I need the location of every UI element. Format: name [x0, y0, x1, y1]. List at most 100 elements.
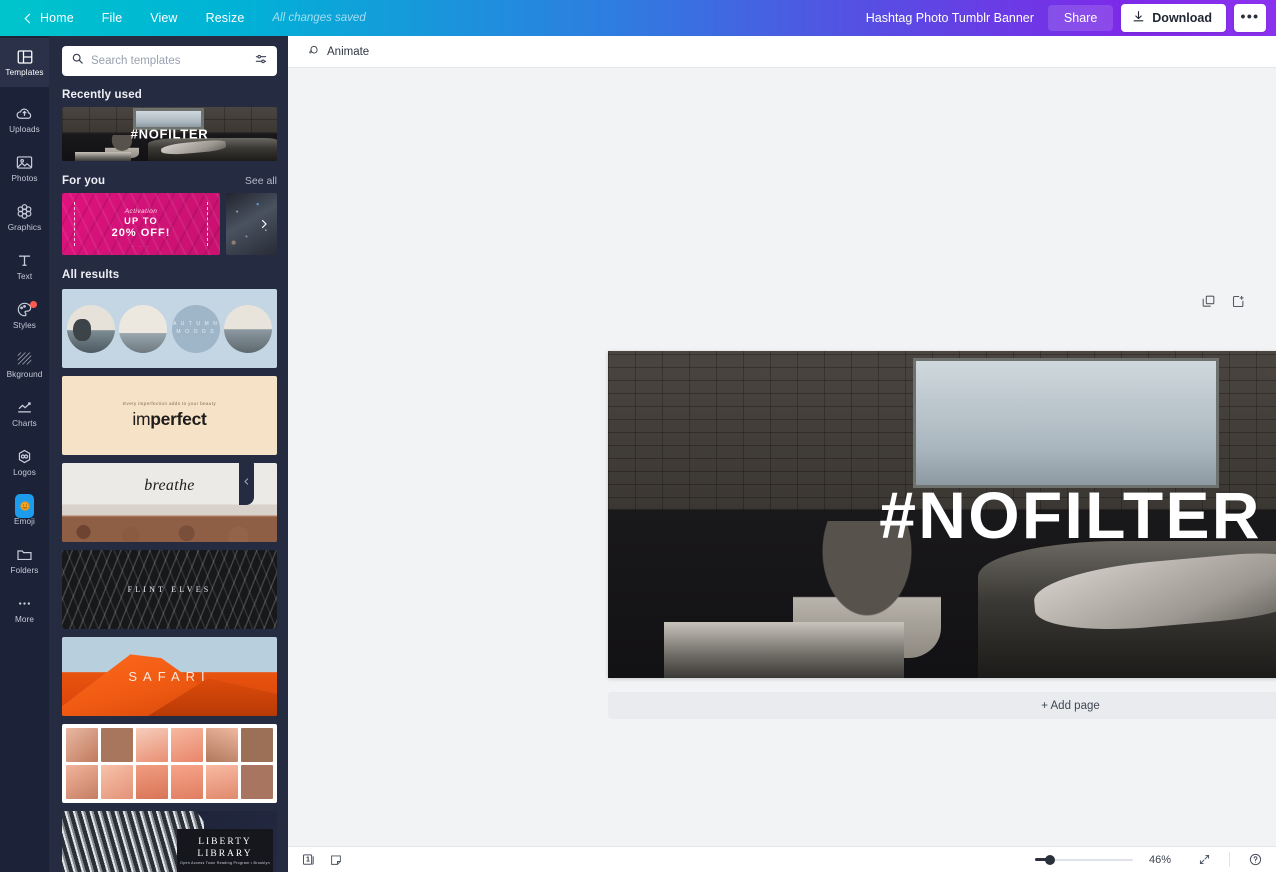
zoom-slider[interactable] — [1035, 853, 1133, 867]
sidebar-item-emoji[interactable]: Emoji — [0, 487, 49, 536]
design-canvas-page[interactable]: #NOFILTER — [608, 351, 1276, 678]
animate-button[interactable]: Animate — [298, 40, 378, 64]
status-bar-left: 1 — [300, 852, 344, 868]
page-manager-icon[interactable]: 1 — [300, 852, 316, 868]
chevron-left-icon — [25, 13, 35, 23]
canvas-table — [664, 622, 905, 678]
imperfect-title-bold: perfect — [150, 409, 206, 429]
recently-used-title: Recently used — [62, 89, 142, 101]
menu-item-view[interactable]: View — [136, 0, 191, 36]
photo-icon — [15, 153, 34, 172]
library-subtitle: Open Access Town Reading Program • Brook… — [180, 861, 270, 865]
sidebar-item-folders[interactable]: Folders — [0, 536, 49, 585]
breathe-rocks — [62, 517, 277, 542]
for-you-see-all-link[interactable]: See all — [245, 175, 277, 187]
sidebar-item-styles[interactable]: Styles — [0, 291, 49, 340]
circle-thumb-1 — [67, 305, 115, 353]
animate-ring-icon — [307, 44, 320, 60]
imperfect-subtitle: Every imperfection adds to your beauty — [123, 401, 216, 406]
page-tools — [1200, 293, 1246, 309]
library-title-line1: LIBERTY — [198, 837, 252, 848]
grid-cell — [206, 765, 238, 799]
editor-area: Animate — [288, 36, 1276, 872]
sidebar-item-text[interactable]: Text — [0, 242, 49, 291]
help-circle-icon[interactable] — [1246, 851, 1264, 869]
template-card-liberty-library[interactable]: LIBERTY LIBRARY Open Access Town Reading… — [62, 811, 277, 872]
zoom-slider-knob[interactable] — [1045, 855, 1055, 865]
notes-icon[interactable] — [328, 852, 344, 868]
search-input[interactable] — [91, 55, 247, 67]
canvas-nofilter-text[interactable]: #NOFILTER — [608, 477, 1276, 553]
emoji-icon-chip — [15, 494, 34, 518]
recently-used-thumbnail[interactable]: #NOFILTER — [62, 107, 277, 161]
menu-item-file[interactable]: File — [88, 0, 137, 36]
sidebar-label-text: Text — [17, 273, 32, 281]
sidebar-item-uploads[interactable]: Uploads — [0, 95, 49, 144]
document-title[interactable]: Hashtag Photo Tumblr Banner — [852, 11, 1048, 25]
sidebar-label-background: Bkground — [7, 371, 43, 379]
status-divider — [1229, 852, 1230, 867]
menu-item-resize[interactable]: Resize — [192, 0, 259, 36]
fullscreen-icon[interactable] — [1195, 851, 1213, 869]
menu-item-home[interactable]: Home — [12, 0, 88, 36]
library-title-line2: LIBRARY — [197, 849, 252, 860]
sidebar-item-graphics[interactable]: Graphics — [0, 193, 49, 242]
all-results-title: All results — [62, 269, 119, 281]
duplicate-icon[interactable] — [1200, 293, 1216, 309]
add-page-button[interactable]: + Add page — [608, 692, 1276, 719]
sale-card-dash-right — [207, 202, 208, 246]
logos-icon — [15, 447, 34, 466]
add-page-icon[interactable] — [1230, 293, 1246, 309]
template-card-safari[interactable]: SAFARI — [62, 637, 277, 716]
share-button[interactable]: Share — [1048, 5, 1113, 31]
emoji-icon — [15, 496, 34, 515]
sidebar-item-templates[interactable]: Templates — [0, 38, 49, 87]
thumb-table — [75, 152, 131, 161]
canvas-area[interactable]: #NOFILTER + Add page — [288, 68, 1276, 846]
sidebar-label-folders: Folders — [10, 567, 38, 575]
grid-cell — [66, 728, 98, 762]
sidebar-item-logos[interactable]: Logos — [0, 438, 49, 487]
sidebar-label-templates: Templates — [5, 69, 43, 77]
template-card-photo-grid[interactable] — [62, 724, 277, 803]
template-card-flint-elves[interactable]: FLINT ELVES — [62, 550, 277, 629]
background-icon — [15, 349, 34, 368]
search-icon — [71, 52, 84, 70]
recently-used-header: Recently used — [62, 89, 277, 101]
top-header-bar: Home File View Resize All changes saved … — [0, 0, 1276, 36]
more-options-button[interactable]: ••• — [1234, 4, 1266, 32]
sliders-icon[interactable] — [254, 52, 268, 71]
chevron-right-icon[interactable] — [253, 213, 275, 235]
sidebar-item-charts[interactable]: Charts — [0, 389, 49, 438]
panel-collapse-handle[interactable] — [239, 457, 254, 505]
download-button[interactable]: Download — [1121, 4, 1226, 32]
zoom-level-label: 46% — [1149, 854, 1179, 866]
safari-title: SAFARI — [128, 669, 210, 684]
grid-cell — [66, 765, 98, 799]
breathe-title: breathe — [144, 477, 194, 495]
for-you-card-next[interactable] — [226, 193, 277, 255]
sidebar-item-background[interactable]: Bkground — [0, 340, 49, 389]
header-menu: Home File View Resize All changes saved — [0, 0, 366, 36]
search-section — [49, 36, 288, 84]
for-you-header: For you See all — [62, 175, 277, 187]
for-you-card-sale[interactable]: Activation UP TO 20% OFF! · · · — [62, 193, 220, 255]
search-box[interactable] — [62, 46, 277, 76]
menu-label-resize: Resize — [206, 11, 245, 25]
grid-cell — [171, 728, 203, 762]
grid-cell — [101, 765, 133, 799]
imperfect-title: imperfect — [132, 409, 206, 430]
charts-icon — [15, 398, 34, 417]
canvas-window — [913, 358, 1218, 489]
sidebar-item-photos[interactable]: Photos — [0, 144, 49, 193]
template-card-circles[interactable]: A U T U M N M O O D S — [62, 289, 277, 368]
template-card-imperfect[interactable]: Every imperfection adds to your beauty i… — [62, 376, 277, 455]
sidebar-label-styles: Styles — [13, 322, 36, 330]
circle-rock — [73, 319, 90, 341]
flint-title: FLINT ELVES — [128, 585, 212, 594]
grid-cell — [241, 765, 273, 799]
sidebar-label-photos: Photos — [11, 175, 37, 183]
download-icon — [1132, 10, 1145, 26]
sidebar-label-logos: Logos — [13, 469, 36, 477]
sidebar-item-more[interactable]: More — [0, 585, 49, 634]
